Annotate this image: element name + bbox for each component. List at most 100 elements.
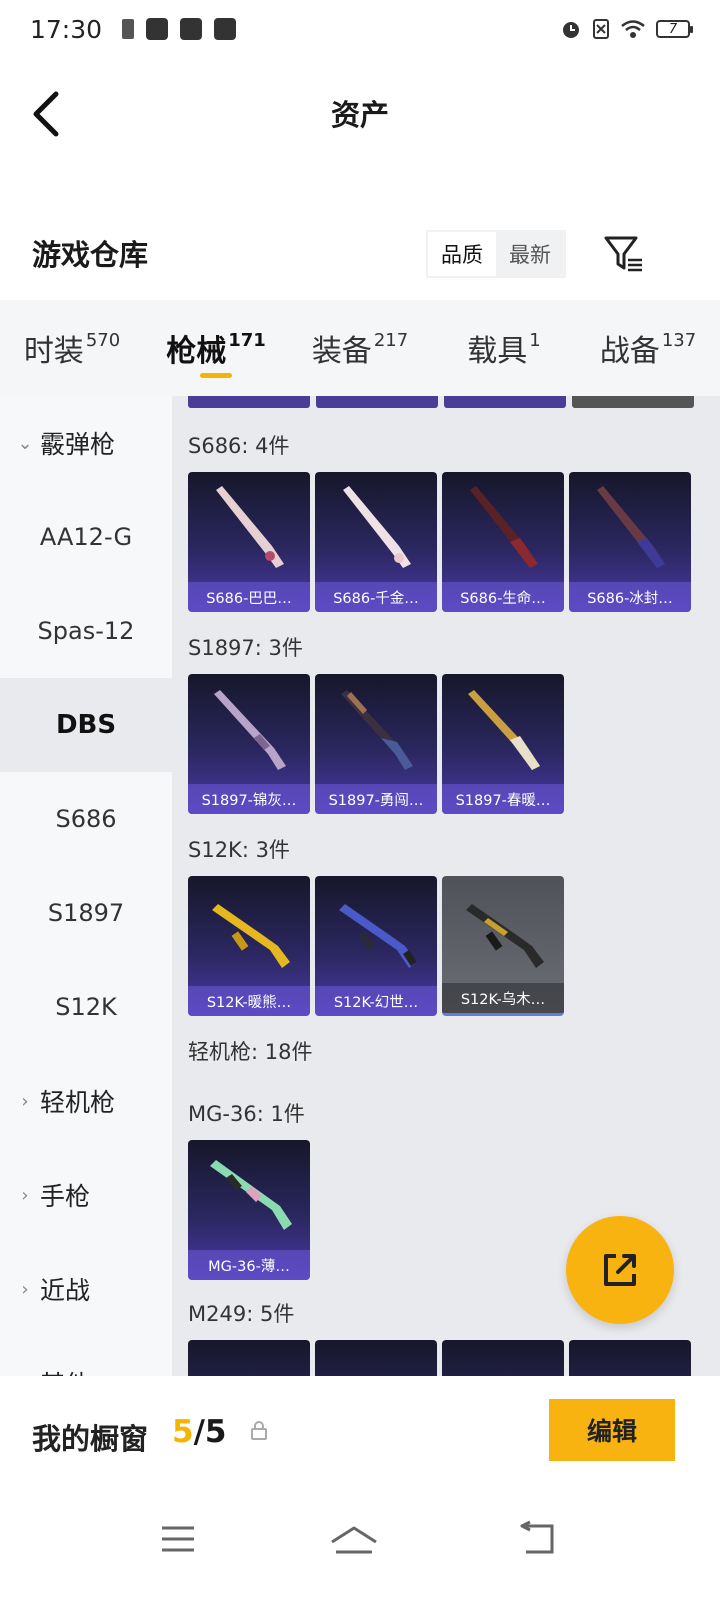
group-label: S12K: 3件 (188, 838, 290, 862)
sidebar-item-label: 其他 (40, 1365, 90, 1376)
battery-saver-icon (122, 19, 135, 39)
home-icon[interactable] (324, 1514, 384, 1564)
tab-count: 570 (85, 329, 121, 351)
item-name: S12K-暖熊… (188, 986, 310, 1016)
chevron-right-icon: › (21, 1184, 29, 1206)
chevron-down-icon: ⌄ (17, 432, 33, 454)
message-icon (146, 18, 169, 40)
sort-quality[interactable]: 品质 (428, 232, 496, 276)
back-icon[interactable] (508, 1514, 568, 1564)
filter-icon[interactable] (600, 232, 646, 276)
sidebar-item-label: 轻机枪 (40, 1088, 116, 1117)
no-sim-icon (593, 19, 609, 39)
item-card[interactable]: S686-冰封… (569, 472, 691, 612)
alarm-icon (563, 22, 579, 38)
rifle-icon (339, 904, 417, 968)
header: 资产 (0, 58, 720, 168)
sidebar-item-label: 霰弹枪 (40, 430, 116, 459)
sidebar-item-lmg[interactable]: › 轻机枪 (0, 1054, 172, 1148)
tab-count: 137 (661, 329, 697, 351)
item-name: S686-千金… (315, 582, 437, 612)
shotgun-icon (343, 486, 411, 568)
sidebar-item-melee[interactable]: › 近战 (0, 1242, 172, 1336)
tab-label: 战备 (599, 334, 660, 369)
item-card[interactable]: S12K-暖熊… (188, 876, 310, 1016)
sidebar-item-aa12g[interactable]: AA12-G (0, 490, 172, 584)
tab-label: 载具 (467, 334, 528, 369)
item-card[interactable] (315, 1340, 437, 1376)
wifi-icon (621, 20, 645, 38)
video-icon (214, 18, 237, 40)
item-card[interactable] (569, 1340, 691, 1376)
sidebar-item-spas12[interactable]: Spas-12 (0, 584, 172, 678)
tab-equipment[interactable]: 装备 217 (288, 300, 432, 396)
item-card[interactable]: S686-生命… (442, 472, 564, 612)
group-label: M249: 5件 (188, 1302, 295, 1326)
shotgun-icon (214, 690, 286, 770)
sidebar-item-shotgun[interactable]: ⌄ 霰弹枪 (0, 396, 172, 490)
lock-icon (251, 1421, 267, 1440)
shotgun-icon (470, 486, 538, 568)
status-time: 17:30 (30, 14, 103, 44)
group-label: MG-36: 1件 (188, 1102, 305, 1126)
item-card[interactable] (442, 1340, 564, 1376)
sidebar-item-s686[interactable]: S686 (0, 772, 172, 866)
sort-toggle: 品质 最新 (426, 230, 566, 278)
item-card[interactable]: S12K-幻世… (315, 876, 437, 1016)
sidebar: ⌄ 霰弹枪 AA12-G Spas-12 DBS S686 S1897 S12K… (0, 396, 172, 1376)
tab-label: 时装 (23, 334, 84, 369)
item-card[interactable]: S686-巴巴… (188, 472, 310, 612)
shotgun-icon (597, 486, 665, 568)
item-card[interactable]: S686-千金… (315, 472, 437, 612)
card-stub (188, 396, 310, 408)
item-name: S1897-春暖… (442, 784, 564, 814)
shotgun-icon (341, 690, 413, 770)
sidebar-item-label: 手枪 (40, 1182, 91, 1211)
chevron-right-icon: › (21, 1090, 29, 1112)
previous-row-stub (188, 396, 694, 408)
battery-icon: 7 (656, 20, 693, 38)
share-button[interactable] (566, 1216, 674, 1324)
item-card[interactable] (188, 1340, 310, 1376)
item-name: S686-生命… (442, 582, 564, 612)
rifle-icon (466, 904, 544, 968)
navigation-bar (0, 1492, 720, 1600)
sidebar-item-dbs[interactable]: DBS (0, 678, 172, 772)
item-name: S1897-勇闯… (315, 784, 437, 814)
sidebar-item-s1897[interactable]: S1897 (0, 866, 172, 960)
item-name: S686-冰封… (569, 582, 691, 612)
tab-guns[interactable]: 枪械 171 (144, 300, 288, 396)
edit-button[interactable]: 编辑 (549, 1399, 675, 1461)
share-icon (604, 1254, 636, 1286)
showcase-current: 5 (172, 1414, 194, 1450)
item-name: S1897-锦灰… (188, 784, 310, 814)
item-card[interactable]: S1897-春暖… (442, 674, 564, 814)
item-name: S686-巴巴… (188, 582, 310, 612)
rifle-icon (212, 904, 290, 968)
rifle-icon (210, 1160, 292, 1230)
sidebar-item-other[interactable]: › 其他 (0, 1336, 172, 1376)
tab-fashion[interactable]: 时装 570 (0, 300, 144, 396)
showcase-total: /5 (193, 1414, 227, 1450)
category-tabs: 时装 570 枪械 171 装备 217 载具 1 战备 137 (0, 300, 720, 396)
tab-supplies[interactable]: 战备 137 (576, 300, 720, 396)
item-name: S12K-乌木… (442, 983, 564, 1013)
shotgun-icon (468, 690, 540, 770)
sidebar-item-s12k[interactable]: S12K (0, 960, 172, 1054)
tab-label: 枪械 (166, 334, 227, 369)
item-name: MG-36-薄… (188, 1250, 310, 1280)
showcase-label: 我的橱窗 (32, 1422, 149, 1456)
menu-icon[interactable] (148, 1514, 208, 1564)
card-stub (572, 396, 694, 408)
app-icon (180, 18, 203, 40)
item-card[interactable]: S1897-锦灰… (188, 674, 310, 814)
item-card[interactable]: MG-36-薄… (188, 1140, 310, 1280)
group-label: S686: 4件 (188, 434, 290, 458)
warehouse-title: 游戏仓库 (32, 238, 149, 272)
item-card[interactable]: S1897-勇闯… (315, 674, 437, 814)
tab-count: 217 (373, 329, 409, 351)
item-card[interactable]: S12K-乌木… (442, 876, 564, 1016)
tab-vehicles[interactable]: 载具 1 (432, 300, 576, 396)
sidebar-item-pistol[interactable]: › 手枪 (0, 1148, 172, 1242)
sort-newest[interactable]: 最新 (496, 232, 564, 276)
